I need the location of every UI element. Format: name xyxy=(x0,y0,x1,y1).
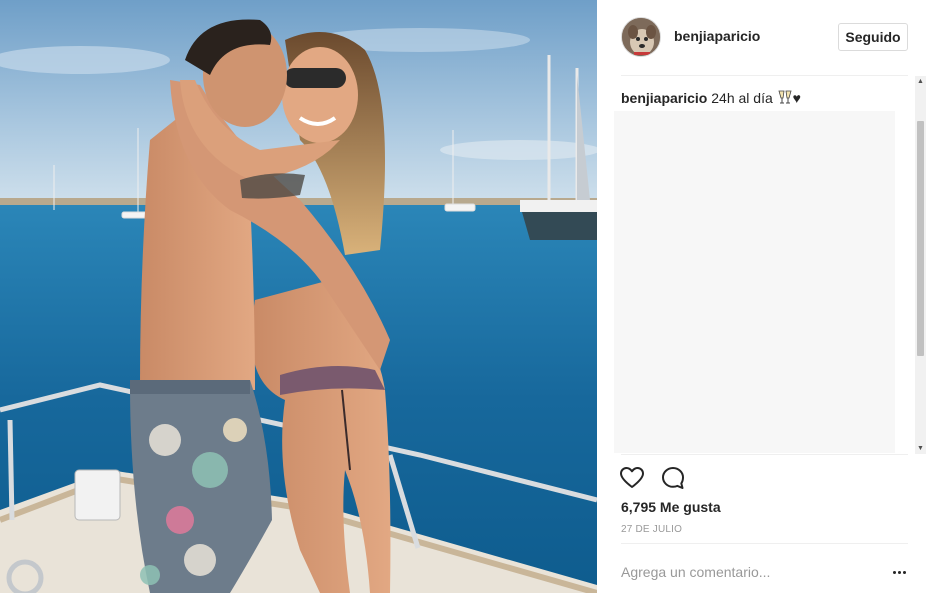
scroll-down-arrow-icon[interactable]: ▼ xyxy=(915,443,926,454)
comment-divider xyxy=(621,543,908,544)
actions-divider xyxy=(621,454,908,455)
scroll-up-arrow-icon[interactable]: ▲ xyxy=(915,76,926,87)
champagne-toast-icon xyxy=(777,89,793,108)
username-link[interactable]: benjiaparicio xyxy=(674,28,760,44)
dot xyxy=(902,570,906,574)
post-date[interactable]: 27 DE JULIO xyxy=(621,524,682,535)
heart-outline-icon xyxy=(620,467,644,488)
scroll-thumb[interactable] xyxy=(917,121,924,356)
post-caption: benjiaparicio 24h al día ♥ xyxy=(621,89,801,108)
dot xyxy=(892,570,896,574)
caption-text: 24h al día xyxy=(711,90,773,106)
like-count[interactable]: 6,795 Me gusta xyxy=(621,499,721,515)
following-button[interactable]: Seguido xyxy=(838,23,908,51)
caption-heart: ♥ xyxy=(792,90,801,106)
comment-input[interactable] xyxy=(621,562,871,582)
speech-bubble-icon xyxy=(662,467,684,489)
dog-avatar-icon xyxy=(622,18,660,56)
comments-list xyxy=(614,111,895,453)
post-header: benjiaparicio Seguido xyxy=(597,0,926,75)
post-photo[interactable] xyxy=(0,0,597,593)
like-button[interactable] xyxy=(619,465,645,491)
comment-button[interactable] xyxy=(660,465,686,491)
avatar[interactable] xyxy=(621,17,661,57)
more-options-icon[interactable] xyxy=(887,562,911,582)
post-sidebar: benjiaparicio Seguido benjiaparicio 24h … xyxy=(597,0,926,593)
header-divider xyxy=(621,75,908,76)
comments-scrollbar[interactable]: ▲ ▼ xyxy=(915,76,926,454)
caption-username-link[interactable]: benjiaparicio xyxy=(621,90,707,106)
beach-couple-photo xyxy=(0,0,597,593)
dot xyxy=(897,570,901,574)
